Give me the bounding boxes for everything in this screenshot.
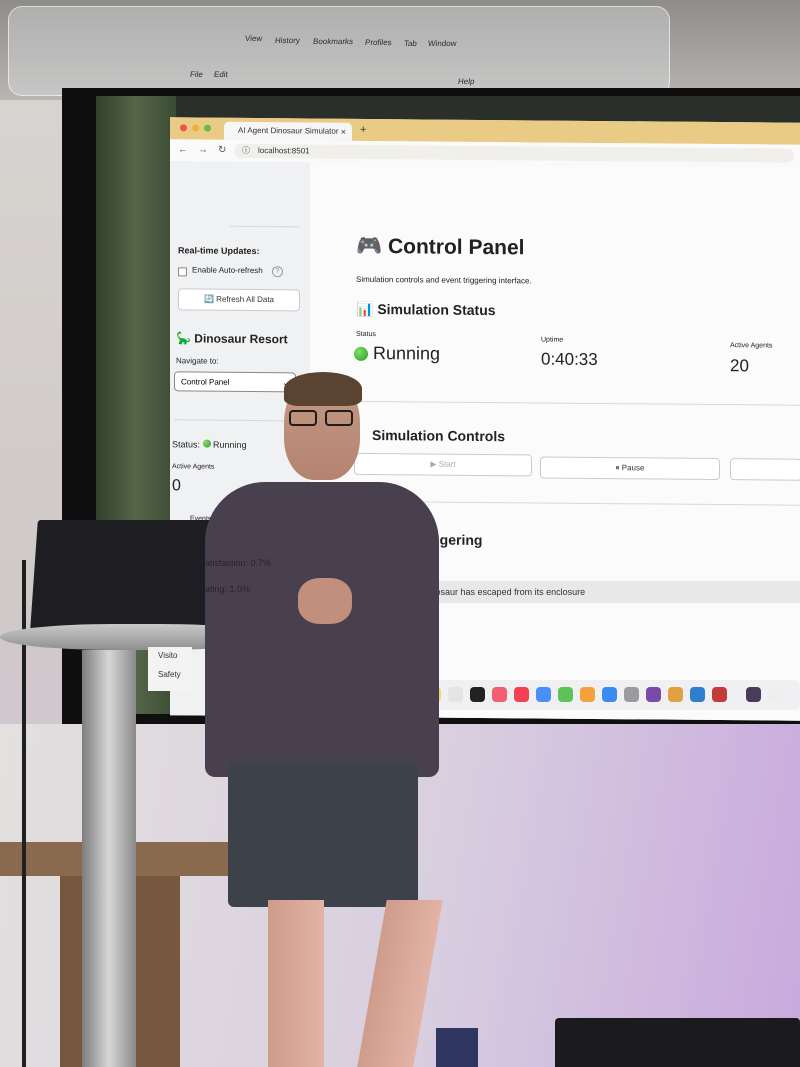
navigate-label: Navigate to: [176,356,219,366]
textedit-app-icon[interactable] [768,687,783,702]
status-value-text: Running [373,343,441,364]
music-app-icon[interactable] [492,687,507,702]
auto-refresh-checkbox[interactable] [178,267,187,277]
close-window-icon[interactable] [180,124,187,132]
uptime-value: 0:40:33 [541,349,598,369]
reload-icon[interactable]: ↻ [218,145,226,156]
macos-dock [398,680,800,710]
reflected-menu-profiles: Profiles [364,38,393,47]
tab-title: AI Agent Dinosaur Simulator [238,125,339,136]
podium-card-line2: Safety [158,670,181,679]
forward-icon[interactable]: → [198,144,208,155]
new-tab-icon[interactable]: + [360,124,366,136]
status-value: Running [354,343,440,365]
reflected-menu-help: Help [457,77,475,86]
reflected-menu-history: History [274,36,301,45]
sidebar-agents-value: 0 [172,477,181,495]
navigate-select[interactable]: Control Panel ⌄ [174,371,296,393]
status-heading: 📊 Simulation Status [356,300,496,319]
sidebar-status-label: Status: [172,439,201,450]
reflected-menu-edit: Edit [213,70,229,79]
sidebar-agents-label: Active Agents [172,463,215,471]
reflected-menu-file: File [189,70,204,79]
page-subtitle: Simulation controls and event triggering… [356,274,532,286]
back-icon[interactable]: ← [178,144,188,155]
page-title: 🎮 Control Panel [356,234,525,260]
close-tab-icon[interactable]: × [341,123,346,141]
numbers-app-icon[interactable] [558,687,573,702]
speaker-box [555,1018,800,1067]
presenter-glasses [289,410,357,428]
presenter-shirt: atisfaction: 0.7% ating: 1.0% [205,482,439,777]
glass-panel [8,6,670,96]
minimize-window-icon[interactable] [192,124,199,132]
status-label: Status [356,330,376,339]
app-icon[interactable] [646,687,661,702]
podium-card-line1: Visito [158,651,178,660]
maximize-window-icon[interactable] [204,124,211,132]
keynote-app-icon[interactable] [536,687,551,702]
pages-app-icon[interactable] [580,687,595,702]
reflected-menu-view: View [244,34,263,43]
settings-app-icon[interactable] [624,687,639,702]
divider [230,225,300,228]
status-green-icon [202,439,211,448]
auto-refresh-label: Enable Auto-refresh [192,265,263,276]
app-icon[interactable] [712,687,727,702]
refresh-all-button[interactable]: 🔄 Refresh All Data [178,288,300,312]
url-input[interactable]: ⓘ localhost:8501 [234,143,794,163]
terminal-app-icon[interactable] [746,687,761,702]
presenter-hands [298,578,352,624]
presenter-shorts [228,762,418,907]
agents-value: 20 [730,356,749,376]
divider [354,400,800,406]
glasses-lens-right [325,410,353,426]
site-info-icon[interactable]: ⓘ [242,144,250,158]
news-app-icon[interactable] [514,687,529,702]
sidebar-status: Status: Running [172,439,247,450]
divider [174,419,300,422]
chrome-app-icon[interactable] [668,687,683,702]
projected-satisfaction-text: atisfaction: 0.7% [205,558,272,568]
uptime-label: Uptime [541,336,564,344]
browser-tab[interactable]: AI Agent Dinosaur Simulator × [224,121,352,141]
podium-pole [82,650,136,1067]
url-text: localhost:8501 [258,146,310,156]
navigate-select-value: Control Panel [181,377,230,387]
podium-card: Visito Safety [148,647,192,691]
vscode-app-icon[interactable] [690,687,705,702]
realtime-heading: Real-time Updates: [178,245,260,257]
stop-button[interactable] [730,458,800,481]
pause-button[interactable]: ⏸ Pause [540,456,720,481]
resort-title: 🦕 Dinosaur Resort [176,331,288,347]
presenter-left-leg [268,900,324,1067]
presenter-hair [284,372,362,406]
presenter-sock [436,1028,478,1067]
controls-heading: Simulation Controls [372,427,505,445]
tv-app-icon[interactable] [470,687,485,702]
sidebar-status-value: Running [213,439,247,450]
reflected-menu-tab: Tab [403,39,418,48]
help-icon[interactable]: ? [272,266,283,278]
laptop [30,520,220,630]
reflected-menu-bookmarks: Bookmarks [312,37,354,46]
projected-rating-text: ating: 1.0% [205,584,251,594]
glasses-lens-left [289,410,317,426]
app-store-icon[interactable] [602,687,617,702]
reflected-menu-window: Window [427,39,457,48]
freeform-app-icon[interactable] [448,687,463,702]
agents-label: Active Agents [730,342,773,350]
start-button[interactable]: ▶ Start [354,452,532,477]
status-green-icon [354,346,368,361]
